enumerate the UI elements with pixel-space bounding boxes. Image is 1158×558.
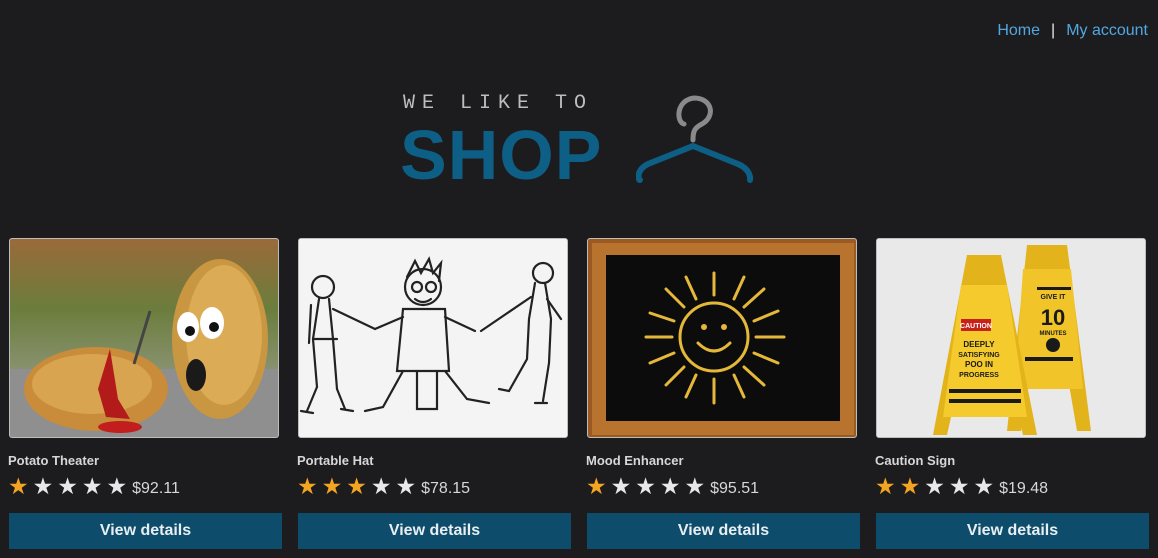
logo-tagline: WE LIKE TO bbox=[403, 92, 594, 115]
product-card: Mood Enhancer ★ ★ ★ ★ ★ $95.51 View deta… bbox=[586, 238, 861, 550]
sign-line: DEEPLY bbox=[963, 340, 995, 349]
my-account-link[interactable]: My account bbox=[1066, 22, 1148, 40]
view-details-button[interactable]: View details bbox=[876, 513, 1149, 549]
star-empty-icon: ★ bbox=[370, 473, 392, 499]
hanger-icon bbox=[636, 95, 754, 183]
product-price: $95.51 bbox=[710, 480, 760, 497]
view-details-button[interactable]: View details bbox=[298, 513, 571, 549]
product-name: Portable Hat bbox=[297, 453, 374, 468]
star-empty-icon: ★ bbox=[610, 473, 632, 499]
star-empty-icon: ★ bbox=[81, 473, 103, 499]
star-empty-icon: ★ bbox=[395, 473, 417, 499]
star-empty-icon: ★ bbox=[57, 473, 78, 499]
star-empty-icon: ★ bbox=[684, 473, 706, 499]
sign-line: MINUTES bbox=[1040, 331, 1067, 337]
product-name: Potato Theater bbox=[8, 453, 100, 468]
home-link[interactable]: Home bbox=[997, 22, 1040, 40]
product-image-portable-hat[interactable] bbox=[298, 238, 568, 438]
product-rating: ★ ★ ★ ★ ★ $95.51 bbox=[586, 473, 760, 499]
sign-line: SATISFYING bbox=[958, 352, 1000, 359]
product-image-caution-sign[interactable]: CAUTION DEEPLY SATISFYING POO IN PROGRES… bbox=[876, 238, 1146, 438]
product-price: $78.15 bbox=[421, 480, 471, 497]
product-image-mood-enhancer[interactable] bbox=[587, 238, 857, 438]
product-rating: ★ ★ ★ ★ ★ $92.11 bbox=[8, 473, 180, 499]
top-nav: Home | My account bbox=[997, 22, 1148, 40]
star-empty-icon: ★ bbox=[973, 473, 995, 499]
product-image-potato-theater[interactable] bbox=[9, 238, 279, 438]
star-filled-icon: ★ bbox=[586, 473, 607, 499]
logo-word: SHOP bbox=[400, 116, 603, 194]
product-rating: ★ ★ ★ ★ ★ $19.48 bbox=[875, 473, 1049, 499]
star-empty-icon: ★ bbox=[32, 473, 54, 499]
star-empty-icon: ★ bbox=[635, 473, 656, 499]
caution-label: CAUTION bbox=[960, 323, 992, 330]
star-filled-icon: ★ bbox=[297, 473, 318, 499]
view-details-button[interactable]: View details bbox=[587, 513, 860, 549]
sign-number: 10 bbox=[1041, 305, 1065, 330]
star-filled-icon: ★ bbox=[321, 473, 343, 499]
product-card: Portable Hat ★ ★ ★ ★ ★ $78.15 View detai… bbox=[297, 238, 572, 550]
view-details-button[interactable]: View details bbox=[9, 513, 282, 549]
nav-separator: | bbox=[1051, 22, 1056, 39]
star-filled-icon: ★ bbox=[346, 473, 367, 499]
product-rating: ★ ★ ★ ★ ★ $78.15 bbox=[297, 473, 471, 499]
sign-line: POO IN bbox=[965, 360, 993, 369]
product-card: CAUTION DEEPLY SATISFYING POO IN PROGRES… bbox=[875, 238, 1150, 550]
product-price: $92.11 bbox=[132, 480, 180, 497]
star-filled-icon: ★ bbox=[899, 473, 921, 499]
star-empty-icon: ★ bbox=[924, 473, 945, 499]
sign-line: GIVE IT bbox=[1041, 294, 1067, 301]
star-filled-icon: ★ bbox=[875, 473, 896, 499]
product-name: Mood Enhancer bbox=[586, 453, 684, 468]
sign-line: PROGRESS bbox=[959, 372, 999, 379]
product-card: Potato Theater ★ ★ ★ ★ ★ $92.11 View det… bbox=[8, 238, 283, 550]
product-grid: Potato Theater ★ ★ ★ ★ ★ $92.11 View det… bbox=[8, 238, 1150, 550]
product-name: Caution Sign bbox=[875, 453, 956, 468]
star-empty-icon: ★ bbox=[948, 473, 970, 499]
star-filled-icon: ★ bbox=[8, 473, 29, 499]
shop-logo[interactable]: WE LIKE TO SHOP bbox=[400, 88, 763, 194]
product-price: $19.48 bbox=[999, 480, 1049, 497]
star-empty-icon: ★ bbox=[106, 473, 128, 499]
star-empty-icon: ★ bbox=[659, 473, 681, 499]
